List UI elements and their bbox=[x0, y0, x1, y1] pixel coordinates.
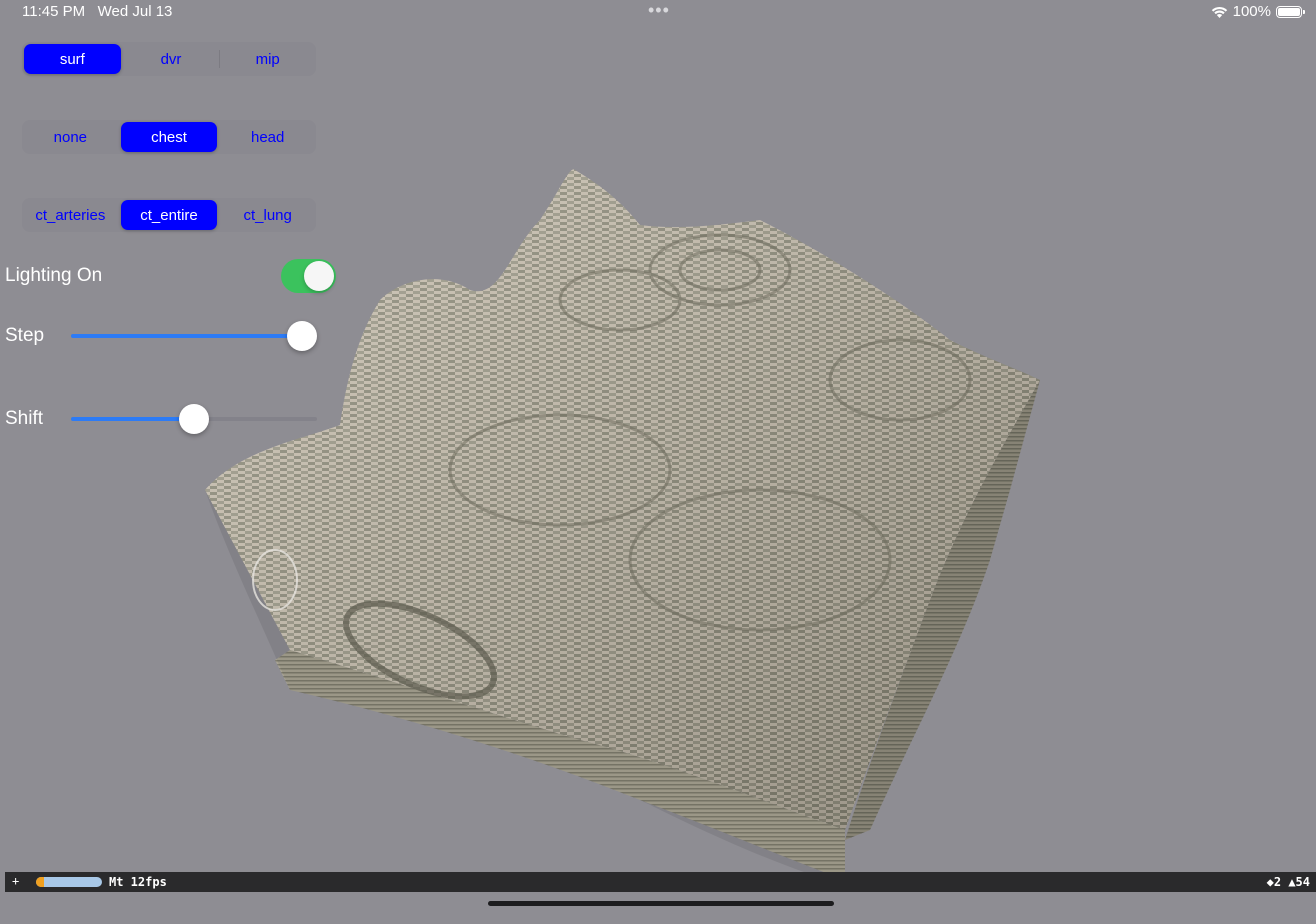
segment-ct-lung[interactable]: ct_lung bbox=[219, 198, 316, 232]
gpu-load-fill bbox=[36, 877, 44, 887]
slider-thumb[interactable] bbox=[179, 404, 209, 434]
lighting-label: Lighting On bbox=[5, 265, 103, 286]
gpu-load-gauge bbox=[36, 877, 102, 887]
segment-none[interactable]: none bbox=[22, 120, 119, 154]
home-indicator[interactable] bbox=[488, 901, 834, 906]
perf-expand-button[interactable]: + bbox=[12, 874, 19, 888]
segment-ct-entire[interactable]: ct_entire bbox=[120, 200, 218, 230]
status-time: 11:45 PM Wed Jul 13 bbox=[22, 3, 173, 20]
slider-fill bbox=[71, 334, 303, 338]
shift-slider[interactable] bbox=[71, 404, 317, 434]
lighting-toggle[interactable] bbox=[281, 259, 336, 293]
draw-stats: ◆2 ▲54 bbox=[1266, 875, 1310, 889]
multitasking-dots-icon[interactable]: ••• bbox=[648, 0, 670, 21]
slider-fill bbox=[71, 417, 194, 421]
segment-ct-arteries[interactable]: ct_arteries bbox=[22, 198, 119, 232]
fps-readout: Mt 12fps bbox=[109, 875, 167, 889]
render-mode-segmented-control[interactable]: surf dvr mip bbox=[22, 42, 316, 76]
segment-chest[interactable]: chest bbox=[120, 122, 218, 152]
toggle-knob[interactable] bbox=[304, 261, 334, 291]
battery-percent: 100% bbox=[1232, 3, 1271, 20]
segment-mip[interactable]: mip bbox=[219, 42, 316, 76]
preset-segmented-control[interactable]: none chest head bbox=[22, 120, 316, 154]
performance-hud: + Mt 12fps ◆2 ▲54 bbox=[5, 872, 1316, 892]
step-slider[interactable] bbox=[71, 321, 318, 351]
wifi-icon bbox=[1211, 6, 1227, 18]
step-label: Step bbox=[5, 325, 45, 346]
battery-icon bbox=[1276, 5, 1305, 18]
slider-thumb[interactable] bbox=[287, 321, 318, 351]
shift-label: Shift bbox=[5, 408, 44, 429]
segment-surf[interactable]: surf bbox=[24, 44, 121, 74]
segment-dvr[interactable]: dvr bbox=[123, 42, 220, 76]
transfer-function-segmented-control[interactable]: ct_arteries ct_entire ct_lung bbox=[22, 198, 316, 232]
segment-head[interactable]: head bbox=[219, 120, 316, 154]
status-bar: 11:45 PM Wed Jul 13 ••• 100% bbox=[0, 0, 1316, 24]
